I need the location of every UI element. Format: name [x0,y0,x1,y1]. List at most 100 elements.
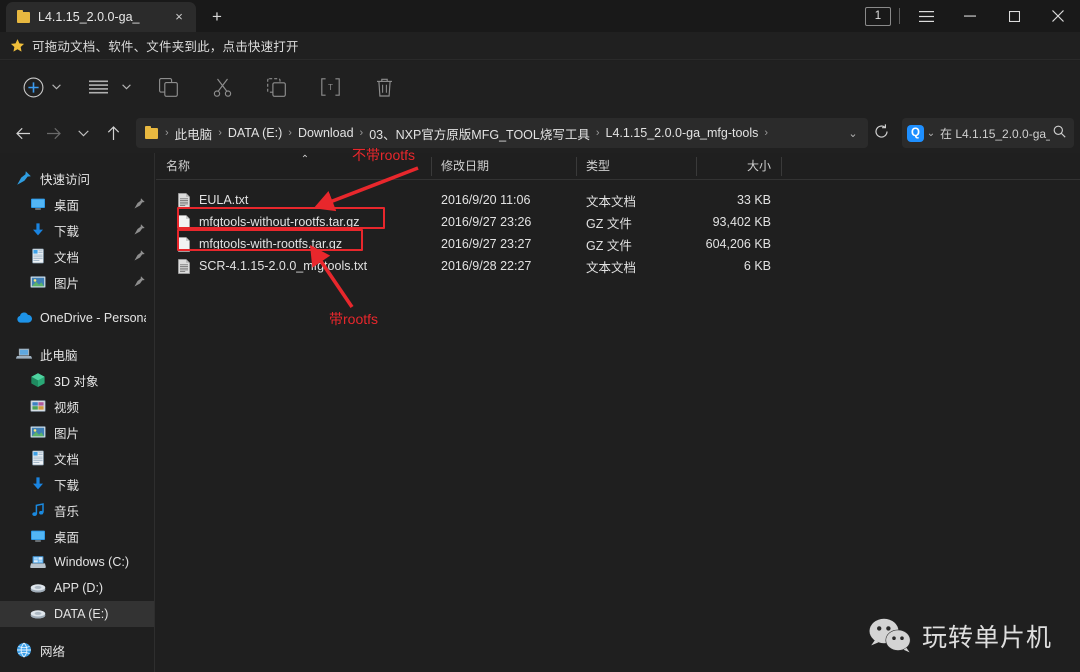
chevron-down-icon[interactable] [118,84,134,90]
sidebar-item-label: 下载 [54,224,80,239]
forward-button[interactable] [38,118,68,148]
breadcrumb-item-data-e[interactable]: DATA (E:) [226,126,284,140]
sidebar-item-文档[interactable]: 文档 [0,445,154,471]
cut-button[interactable] [202,71,242,103]
app-menu-button[interactable] [904,0,948,32]
sidebar-item-快速访问[interactable]: 快速访问 [0,165,154,191]
sidebar-item-下载[interactable]: 下载 [0,471,154,497]
scissors-icon [213,78,231,97]
network-icon [14,640,34,660]
file-date-cell: 2016/9/28 22:27 [441,259,532,273]
maximize-button[interactable] [992,0,1036,32]
refresh-button[interactable] [868,124,894,142]
music-icon [28,500,48,520]
pin-icon[interactable] [133,249,146,262]
new-tab-button[interactable]: + [204,4,230,30]
sidebar-item-桌面[interactable]: 桌面 [0,191,154,217]
column-header-type[interactable]: 类型 [576,153,696,180]
sidebar-item-3d-对象[interactable]: 3D 对象 [0,367,154,393]
divider [899,8,900,24]
close-button[interactable] [1036,0,1080,32]
download-icon [28,220,48,240]
copy-button[interactable] [148,71,188,103]
file-rows-container: EULA.txt 2016/9/20 11:06 文本文档 33 KB mfgtools… [156,189,1080,277]
paste-button[interactable] [256,71,296,103]
new-button[interactable] [18,71,48,103]
sidebar-item-label: OneDrive - Persona [40,311,146,325]
pictures-icon [28,272,48,292]
navigation-sidebar[interactable]: 快速访问 桌面 下载 文档 图片 OneDrive - Persona 此电脑 3D 对象 视频… [0,153,155,672]
breadcrumb[interactable]: › 此电脑 › DATA (E:) › Download › 03、NXP官方原… [136,118,868,148]
watermark-text: 玩转单片机 [921,624,1052,652]
breadcrumb-item-download[interactable]: Download [296,126,356,140]
sidebar-item-音乐[interactable]: 音乐 [0,497,154,523]
view-options-group[interactable] [78,71,134,103]
minimize-button[interactable] [948,0,992,32]
text-file-icon [178,258,190,274]
pin-icon[interactable] [133,197,146,210]
file-name-cell[interactable]: SCR-4.1.15-2.0.0_mfgtools.txt [156,258,431,274]
sidebar-item-windows-c-[interactable]: Windows (C:) [0,549,154,575]
favorites-hint-text: 可拖动文档、软件、文件夹到此，点击快速打开 [32,40,299,54]
up-button[interactable] [98,118,128,148]
window-controls: 1 [865,0,1080,32]
column-header-name[interactable]: 名称 [156,153,431,180]
pin-icon[interactable] [133,223,146,236]
sidebar-item-下载[interactable]: 下载 [0,217,154,243]
column-header-date[interactable]: 修改日期 [431,153,576,180]
close-tab-icon[interactable]: × [170,8,188,26]
sidebar-item-label: 网络 [40,644,66,659]
delete-button[interactable] [364,71,404,103]
browser-tab[interactable]: L4.1.15_2.0.0-ga_ × [6,2,196,32]
file-date-cell: 2016/9/20 11:06 [441,193,531,207]
recent-locations-button[interactable] [68,118,98,148]
sidebar-item-桌面[interactable]: 桌面 [0,523,154,549]
sidebar-item-data-e-[interactable]: DATA (E:) [0,601,154,627]
breadcrumb-item-nxp-tool[interactable]: 03、NXP官方原版MFG_TOOL烧写工具 [367,124,592,143]
search-input[interactable]: 在 L4.1.15_2.0.0-ga_… [938,125,1050,142]
sidebar-item-视频[interactable]: 视频 [0,393,154,419]
breadcrumb-separator: › [288,127,292,139]
sidebar-item-文档[interactable]: 文档 [0,243,154,269]
table-row[interactable]: mfgtools-with-rootfs.tar.gz 2016/9/27 23:… [156,233,1080,255]
sidebar-item-app-d-[interactable]: APP (D:) [0,575,154,601]
pin-icon[interactable] [133,275,146,288]
table-row[interactable]: EULA.txt 2016/9/20 11:06 文本文档 33 KB [156,189,1080,211]
file-name-text: mfgtools-without-rootfs.tar.gz [199,215,360,229]
file-name-cell[interactable]: EULA.txt [156,192,431,208]
table-row[interactable]: mfgtools-without-rootfs.tar.gz 2016/9/27 … [156,211,1080,233]
search-engine-icon[interactable]: Q [907,124,924,142]
new-item-group[interactable] [18,71,64,103]
file-type-cell: 文本文档 [586,194,637,209]
chevron-down-icon[interactable]: ⌄ [924,128,938,139]
search-box[interactable]: Q ⌄ 在 L4.1.15_2.0.0-ga_… [902,118,1074,148]
3d-objects-icon [28,370,48,390]
magnifier-icon[interactable] [1050,125,1068,141]
chevron-down-icon[interactable] [48,84,64,90]
sidebar-item-label: 桌面 [54,530,80,545]
sidebar-item-此电脑[interactable]: 此电脑 [0,341,154,367]
sidebar-item-图片[interactable]: 图片 [0,419,154,445]
back-button[interactable] [8,118,38,148]
documents-icon [28,448,48,468]
file-name-cell[interactable]: mfgtools-without-rootfs.tar.gz [156,214,431,230]
column-header-size[interactable]: 大小 [696,153,781,180]
favorites-bar[interactable]: 可拖动文档、软件、文件夹到此，点击快速打开 [0,32,1080,60]
text-file-icon [178,192,190,208]
sidebar-item-网络[interactable]: 网络 [0,637,154,663]
file-name-cell[interactable]: mfgtools-with-rootfs.tar.gz [156,236,431,252]
view-button[interactable] [78,71,118,103]
svg-text:T: T [328,83,333,92]
videos-icon [28,396,48,416]
tab-title: L4.1.15_2.0.0-ga_ [38,10,140,24]
sidebar-item-onedrive---persona[interactable]: OneDrive - Persona [0,305,154,331]
breadcrumb-item-mfg-tools[interactable]: L4.1.15_2.0.0-ga_mfg-tools [604,126,761,140]
table-row[interactable]: SCR-4.1.15-2.0.0_mfgtools.txt 2016/9/28 2… [156,255,1080,277]
sidebar-item-label: 桌面 [54,198,80,213]
breadcrumb-item-this-pc[interactable]: 此电脑 [173,124,215,143]
rename-button[interactable]: T [310,71,350,103]
sidebar-item-图片[interactable]: 图片 [0,269,154,295]
breadcrumb-dropdown-icon[interactable]: ⌄ [842,127,864,140]
tab-count-badge[interactable]: 1 [865,6,891,26]
